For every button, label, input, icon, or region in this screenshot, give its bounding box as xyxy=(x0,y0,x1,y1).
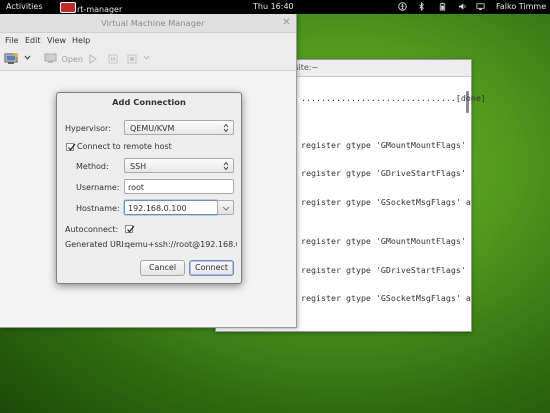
menu-edit[interactable]: Edit xyxy=(25,36,41,45)
generated-uri-label: Generated URI: xyxy=(65,240,127,249)
method-value: SSH xyxy=(130,162,147,171)
menu-view[interactable]: View xyxy=(47,36,66,45)
hostname-dropdown-button[interactable] xyxy=(217,200,234,215)
menu-file[interactable]: File xyxy=(5,36,18,45)
hypervisor-value: QEMU/KVM xyxy=(130,124,175,133)
up-down-arrows-icon xyxy=(223,123,229,133)
monitor-icon xyxy=(44,53,57,63)
virt-manager-logo-icon xyxy=(60,2,76,13)
activities-button[interactable]: Activities xyxy=(6,2,43,12)
terminal-line: register gtype 'GMountMountFlags' xyxy=(301,236,466,246)
cancel-button[interactable]: Cancel xyxy=(140,260,185,276)
vmm-title: Virtual Machine Manager xyxy=(101,18,205,28)
autoconnect-label: Autoconnect: xyxy=(65,225,119,234)
shutdown-icon[interactable] xyxy=(127,54,137,66)
terminal-line: register gtype 'GSocketMsgFlags' a xyxy=(301,293,471,303)
up-down-arrows-icon xyxy=(223,161,229,171)
app-menu-label: rt-manager xyxy=(77,5,123,14)
close-icon[interactable]: ✕ xyxy=(281,17,292,28)
terminal-line: register gtype 'GSocketMsgFlags' a xyxy=(301,197,471,207)
hostname-field[interactable]: 192.168.0.100 xyxy=(124,200,218,215)
vmm-titlebar[interactable]: Virtual Machine Manager ✕ xyxy=(0,14,296,33)
hostname-value: 192.168.0.100 xyxy=(128,204,187,213)
network-icon[interactable] xyxy=(476,2,485,11)
accessibility-icon[interactable] xyxy=(398,2,407,11)
dialog-title: Add Connection xyxy=(112,97,186,107)
clock[interactable]: Thu 16:40 xyxy=(253,2,294,12)
hostname-label: Hostname: xyxy=(76,204,120,213)
checkmark-icon xyxy=(68,143,76,151)
remote-host-checkbox[interactable] xyxy=(66,143,76,151)
menu-help[interactable]: Help xyxy=(72,36,90,45)
terminal-line: register gtype 'GDriveStartFlags' xyxy=(301,168,466,178)
new-vm-icon[interactable] xyxy=(4,53,18,67)
hypervisor-combo[interactable]: QEMU/KVM xyxy=(124,120,234,135)
generated-uri-value: qemu+ssh://root@192.168.0... xyxy=(125,240,237,249)
toolbar: Open xyxy=(0,48,296,71)
chevron-down-icon xyxy=(222,206,230,211)
username-value: root xyxy=(128,183,145,192)
open-label: Open xyxy=(61,55,83,64)
battery-icon[interactable] xyxy=(438,2,447,11)
username-label: Username: xyxy=(76,183,120,192)
user-menu[interactable]: Falko Timme xyxy=(496,2,546,12)
play-icon[interactable] xyxy=(88,54,97,66)
add-connection-dialog: Add Connection Hypervisor: QEMU/KVM Conn… xyxy=(56,92,242,284)
method-label: Method: xyxy=(76,162,109,171)
remote-host-label[interactable]: Connect to remote host xyxy=(77,142,172,151)
bluetooth-icon[interactable] xyxy=(417,2,426,11)
hypervisor-label: Hypervisor: xyxy=(65,124,111,133)
autoconnect-checkbox[interactable] xyxy=(125,225,135,233)
terminal-line: register gtype 'GMountMountFlags' xyxy=(301,140,466,150)
open-button[interactable]: Open xyxy=(44,53,83,64)
method-combo[interactable]: SSH xyxy=(124,158,234,173)
terminal-line: register gtype 'GDriveStartFlags' xyxy=(301,265,466,275)
username-field[interactable]: root xyxy=(124,179,234,194)
chevron-down-icon[interactable] xyxy=(24,54,31,63)
volume-icon[interactable] xyxy=(458,2,467,11)
pause-icon[interactable] xyxy=(108,54,118,66)
chevron-down-icon[interactable] xyxy=(143,54,150,63)
top-bar: Activities rt-manager Thu 16:40 Falko Ti… xyxy=(0,0,550,14)
terminal-line: ...............................[done] xyxy=(301,93,486,103)
connect-button[interactable]: Connect xyxy=(189,260,234,276)
checkmark-icon xyxy=(127,225,135,233)
menu-bar: File Edit View Help xyxy=(0,33,296,47)
